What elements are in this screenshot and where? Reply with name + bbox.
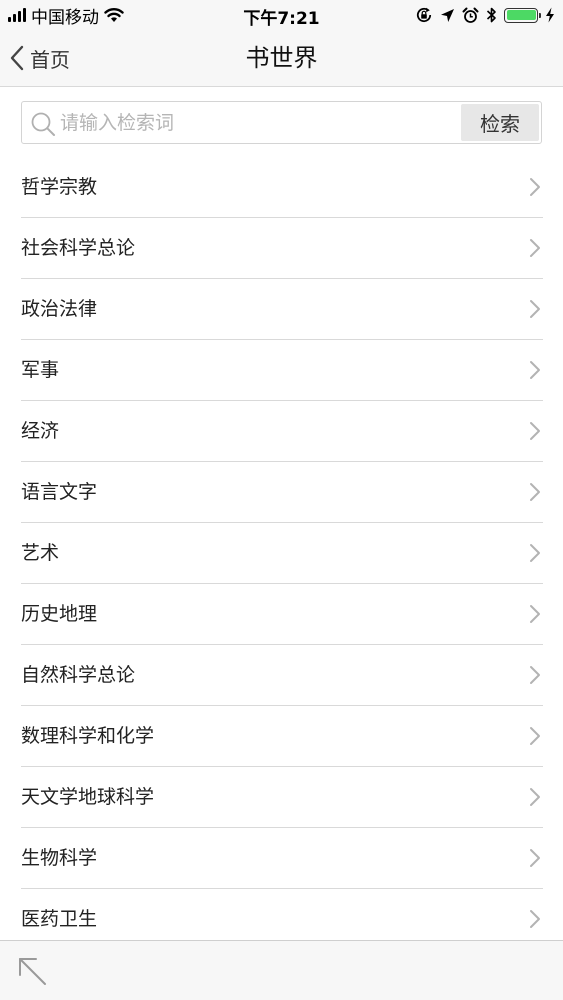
list-item[interactable]: 政治法律 xyxy=(21,279,543,340)
bluetooth-icon xyxy=(486,7,496,23)
search-icon xyxy=(31,112,55,136)
search-input[interactable] xyxy=(60,104,460,141)
list-item[interactable]: 生物科学 xyxy=(21,828,543,889)
list-item-label: 数理科学和化学 xyxy=(21,725,155,747)
list-item[interactable]: 经济 xyxy=(21,401,543,462)
chevron-right-icon xyxy=(530,605,540,623)
alarm-clock-icon xyxy=(462,7,479,23)
battery-icon xyxy=(504,7,541,23)
list-item-label: 政治法律 xyxy=(21,298,98,320)
list-item[interactable]: 自然科学总论 xyxy=(21,645,543,706)
list-item-label: 社会科学总论 xyxy=(21,237,136,259)
bottom-toolbar xyxy=(0,940,563,1000)
chevron-right-icon xyxy=(530,361,540,379)
page-title: 书世界 xyxy=(245,44,318,72)
chevron-right-icon xyxy=(530,727,540,745)
charging-bolt-icon xyxy=(546,7,554,23)
list-item-label: 自然科学总论 xyxy=(21,664,136,686)
status-bar: 中国移动 下午7:21 xyxy=(0,0,563,30)
location-arrow-icon xyxy=(441,8,454,22)
status-right xyxy=(415,5,555,25)
list-item-label: 哲学宗教 xyxy=(21,176,98,198)
chevron-right-icon xyxy=(530,788,540,806)
list-item[interactable]: 艺术 xyxy=(21,523,543,584)
search-button[interactable]: 检索 xyxy=(461,104,539,141)
list-item[interactable]: 军事 xyxy=(21,340,543,401)
chevron-right-icon xyxy=(530,666,540,684)
list-item-label: 语言文字 xyxy=(21,481,98,503)
search-bar: 检索 xyxy=(21,101,542,144)
chevron-right-icon xyxy=(530,239,540,257)
list-item[interactable]: 社会科学总论 xyxy=(21,218,543,279)
category-list: 哲学宗教社会科学总论 政治法律军事经济语言文字艺术历史地理自然科学总论 数理科学和化… xyxy=(21,157,543,950)
chevron-right-icon xyxy=(530,422,540,440)
list-item-label: 军事 xyxy=(21,359,60,381)
list-item[interactable]: 语言文字 xyxy=(21,462,543,523)
list-item[interactable]: 数理科学和化学 xyxy=(21,706,543,767)
chevron-right-icon xyxy=(530,178,540,196)
orientation-lock-icon xyxy=(416,7,432,23)
chevron-right-icon xyxy=(530,849,540,867)
arrow-up-left-icon[interactable] xyxy=(16,955,48,987)
list-item[interactable]: 哲学宗教 xyxy=(21,157,543,218)
list-item-label: 生物科学 xyxy=(21,847,98,869)
chevron-right-icon xyxy=(530,910,540,928)
chevron-right-icon xyxy=(530,544,540,562)
list-item-label: 天文学地球科学 xyxy=(21,786,155,808)
list-item[interactable]: 历史地理 xyxy=(21,584,543,645)
list-item-label: 经济 xyxy=(21,420,60,442)
list-item-label: 历史地理 xyxy=(21,603,98,625)
nav-bar: 首页 书世界 xyxy=(0,30,563,87)
list-item[interactable]: 天文学地球科学 xyxy=(21,767,543,828)
chevron-right-icon xyxy=(530,300,540,318)
chevron-right-icon xyxy=(530,483,540,501)
list-item-label: 艺术 xyxy=(21,542,60,564)
